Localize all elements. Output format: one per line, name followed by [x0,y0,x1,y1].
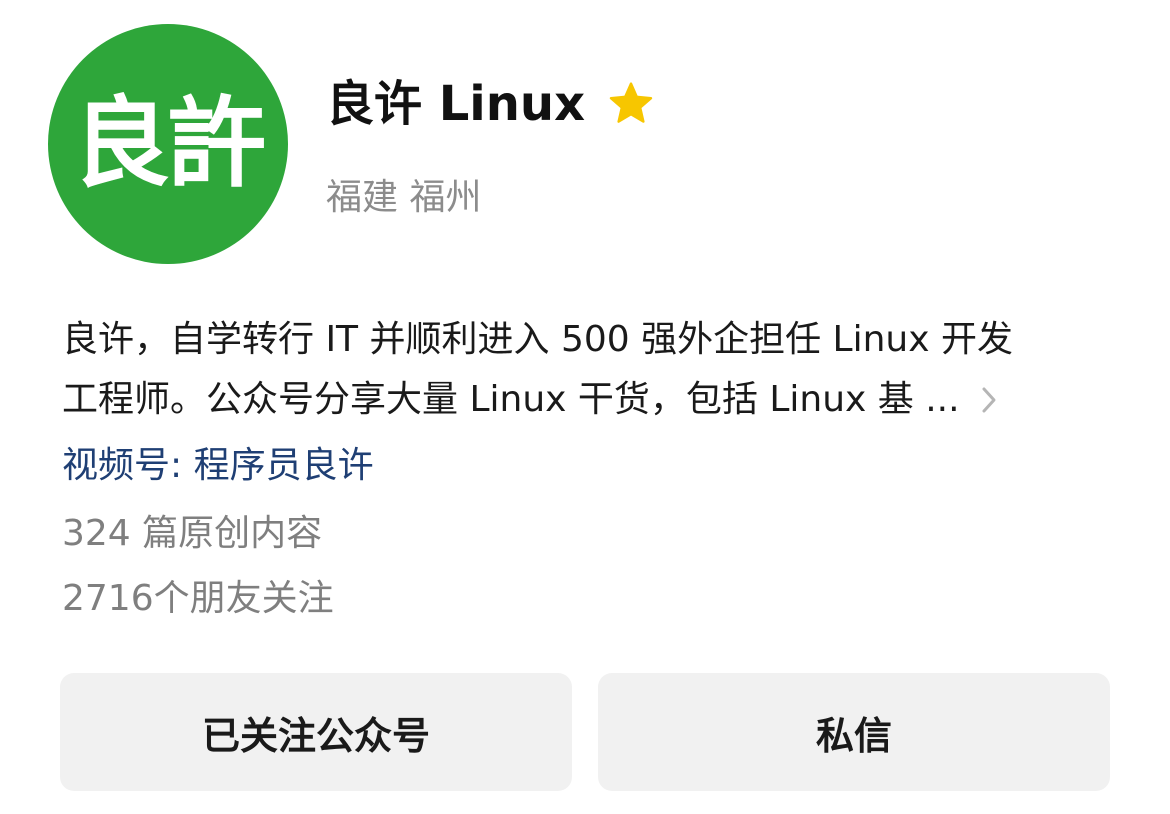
video-channel-link[interactable]: 视频号: 程序员良许 [62,440,374,492]
bio[interactable]: 良许，自学转行 IT 并顺利进入 500 强外企担任 Linux 开发 工程师。… [62,310,1102,430]
bio-line-1: 良许，自学转行 IT 并顺利进入 500 强外企担任 Linux 开发 [62,319,1013,360]
followed-button[interactable]: 已关注公众号 [60,673,572,791]
bio-line-2-row: 工程师。公众号分享大量 Linux 干货，包括 Linux 基 ... [62,370,1102,430]
chevron-right-icon[interactable] [978,383,1002,417]
original-articles-count[interactable]: 324 篇原创内容 [62,508,322,560]
friends-following-count[interactable]: 2716个朋友关注 [62,573,334,625]
account-header: 良许 Linux [326,74,655,134]
star-icon[interactable] [607,80,655,128]
location-text: 福建 福州 [326,177,482,218]
account-name: 良许 Linux [326,76,586,132]
message-button[interactable]: 私信 [598,673,1110,791]
bio-line-2: 工程师。公众号分享大量 Linux 干货，包括 Linux 基 ... [62,379,960,420]
avatar[interactable]: 良許 [48,24,288,264]
avatar-text: 良許 [71,86,266,201]
